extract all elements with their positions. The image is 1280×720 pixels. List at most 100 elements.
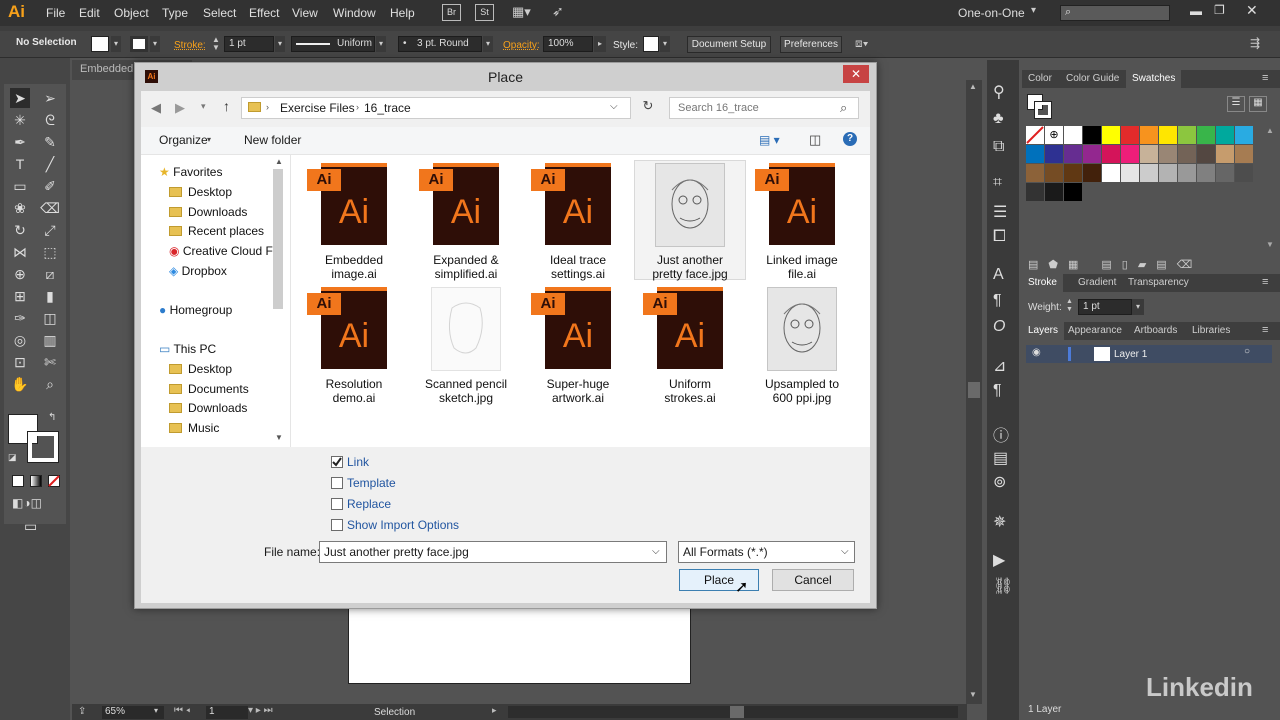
document-info-icon[interactable]: ▤ xyxy=(993,448,1008,468)
artboard-tool-icon[interactable]: ⊡ xyxy=(10,352,30,372)
stock-button[interactable]: St xyxy=(475,4,494,21)
slice-tool-icon[interactable]: ✄ xyxy=(40,352,60,372)
share-icon[interactable]: ⇪ xyxy=(78,706,86,717)
refresh-icon[interactable]: ↻ xyxy=(637,98,659,120)
checkbox[interactable] xyxy=(331,477,343,489)
color-swatch[interactable] xyxy=(1083,126,1101,144)
file-item[interactable]: Ai Ai Linked image file.ai xyxy=(747,161,857,281)
color-swatch[interactable] xyxy=(1026,183,1044,201)
color-swatch[interactable] xyxy=(1216,164,1234,182)
preferences-button[interactable]: Preferences xyxy=(780,36,842,53)
color-swatch[interactable] xyxy=(1178,145,1196,163)
lasso-tool-icon[interactable]: ᘓ xyxy=(40,110,60,130)
nav-homegroup[interactable]: ● Homegroup xyxy=(159,303,232,317)
color-swatch[interactable] xyxy=(1045,164,1063,182)
zoom-tool-icon[interactable]: ⌕ xyxy=(40,374,60,394)
tab-transparency[interactable]: Transparency xyxy=(1122,274,1195,292)
scroll-down-icon[interactable]: ▼ xyxy=(969,690,977,699)
file-item[interactable]: Ai Ai Resolution demo.ai xyxy=(299,285,409,405)
breadcrumb-exercise-files[interactable]: Exercise Files xyxy=(280,101,355,115)
stroke-color-box[interactable] xyxy=(27,431,59,463)
nav-scroll-thumb[interactable] xyxy=(273,169,283,309)
hscroll-thumb[interactable] xyxy=(730,706,744,718)
tab-gradient[interactable]: Gradient xyxy=(1072,274,1122,292)
favorites-node[interactable]: ★ Favorites xyxy=(159,165,222,179)
fill-swatch[interactable] xyxy=(91,36,109,52)
swap-colors-icon[interactable]: ↰ xyxy=(48,412,56,423)
view-options-icon[interactable]: ▤ ▾ xyxy=(759,133,780,147)
hand-tool-icon[interactable]: ✋ xyxy=(10,374,30,394)
color-swatch[interactable] xyxy=(1140,145,1158,163)
preview-pane-icon[interactable]: ◫ xyxy=(809,132,821,148)
paragraph-styles-icon[interactable]: ¶ xyxy=(993,382,1002,400)
links-icon[interactable]: ⊚ xyxy=(993,472,1006,492)
horizontal-scrollbar[interactable] xyxy=(508,706,958,718)
new-folder-button[interactable]: New folder xyxy=(244,133,301,147)
color-swatch[interactable] xyxy=(1159,164,1177,182)
artboard-nav-last-icon[interactable]: ▾ ▸ ⏭ xyxy=(248,705,273,716)
nav-pc-desktop[interactable]: Desktop xyxy=(169,362,232,376)
menu-view[interactable]: View xyxy=(292,6,318,20)
file-item[interactable]: Scanned pencil sketch.jpg xyxy=(411,285,521,405)
weight-field[interactable]: 1 pt xyxy=(1078,299,1132,315)
scale-tool-icon[interactable]: ⤢ xyxy=(40,220,60,240)
vertical-scrollbar[interactable]: ▲ ▼ xyxy=(966,80,982,704)
align-panel-icon[interactable]: ☰ xyxy=(993,202,1007,222)
menu-select[interactable]: Select xyxy=(203,6,236,20)
address-dropdown-icon[interactable]: ⌵ xyxy=(610,101,618,112)
history-chevron-icon[interactable]: ▾ xyxy=(201,101,206,112)
workspace-chevron-icon[interactable]: ▾ xyxy=(1031,5,1036,16)
up-folder-icon[interactable]: ↑ xyxy=(223,98,230,114)
swatch-scroll-up-icon[interactable]: ▲ xyxy=(1266,126,1274,135)
symbols-icon[interactable]: ♣ xyxy=(993,110,1004,128)
nav-pc-downloads[interactable]: Downloads xyxy=(169,401,247,415)
restore-icon[interactable]: ❐ xyxy=(1214,3,1225,17)
selection-tool-icon[interactable]: ➤ xyxy=(10,88,30,108)
color-swatch[interactable] xyxy=(1064,183,1082,201)
navigator-icon[interactable]: ✵ xyxy=(993,512,1006,532)
blend-tool-icon[interactable]: ◫ xyxy=(40,308,60,328)
stroke-dropdown-icon[interactable]: ▾ xyxy=(150,36,160,52)
eyedropper-tool-icon[interactable]: ✑ xyxy=(10,308,30,328)
magic-wand-tool-icon[interactable]: ✳ xyxy=(10,110,30,130)
color-swatch[interactable] xyxy=(1216,126,1234,144)
brushes-icon[interactable]: ⧉ xyxy=(993,138,1004,156)
opentype-icon[interactable]: O xyxy=(993,318,1005,336)
checkbox[interactable] xyxy=(331,498,343,510)
transform-icon[interactable]: ⌗ xyxy=(993,174,1002,192)
color-swatch[interactable] xyxy=(1026,164,1044,182)
color-swatch[interactable] xyxy=(1102,164,1120,182)
active-stroke-icon[interactable] xyxy=(1034,101,1052,119)
color-swatch[interactable] xyxy=(1216,145,1234,163)
column-graph-tool-icon[interactable]: ▥ xyxy=(40,330,60,350)
style-dropdown-icon[interactable]: ▾ xyxy=(660,36,670,52)
nav-creative-cloud[interactable]: ◉ Creative Cloud Fi xyxy=(169,244,276,258)
swatch-footer-icons[interactable]: ▤⬟▦ ▤▯▰▤⌫ xyxy=(1028,258,1202,271)
none-swatch[interactable] xyxy=(1026,126,1044,144)
paintbrush-tool-icon[interactable]: ✐ xyxy=(40,176,60,196)
actions-icon[interactable]: ▶ xyxy=(993,550,1005,570)
help-icon[interactable]: ? xyxy=(843,132,857,146)
default-colors-icon[interactable]: ◪ xyxy=(8,452,17,463)
color-swatch[interactable] xyxy=(1235,126,1253,144)
color-swatch[interactable] xyxy=(1159,145,1177,163)
target-circle-icon[interactable]: ○ xyxy=(1244,346,1250,357)
color-swatch[interactable] xyxy=(1140,126,1158,144)
rotate-tool-icon[interactable]: ↻ xyxy=(10,220,30,240)
color-mode-icon[interactable] xyxy=(12,475,24,487)
none-mode-icon[interactable] xyxy=(48,475,60,487)
menu-file[interactable]: File xyxy=(46,6,65,20)
menu-edit[interactable]: Edit xyxy=(79,6,100,20)
width-tool-icon[interactable]: ⋈ xyxy=(10,242,30,262)
color-swatch[interactable] xyxy=(1064,126,1082,144)
rectangle-tool-icon[interactable]: ▭ xyxy=(10,176,30,196)
grid-view-icon[interactable]: ▦ xyxy=(1249,96,1267,112)
tab-artboards[interactable]: Artboards xyxy=(1128,322,1183,340)
type-tool-icon[interactable]: T xyxy=(10,154,30,174)
color-swatch[interactable] xyxy=(1197,145,1215,163)
dialog-close-button[interactable]: ✕ xyxy=(843,65,869,83)
screen-mode-icon[interactable]: ▭ xyxy=(24,518,37,535)
pen-tool-icon[interactable]: ✒ xyxy=(10,132,30,152)
list-view-icon[interactable]: ☰ xyxy=(1227,96,1245,112)
nav-recent-places[interactable]: Recent places xyxy=(169,224,264,238)
